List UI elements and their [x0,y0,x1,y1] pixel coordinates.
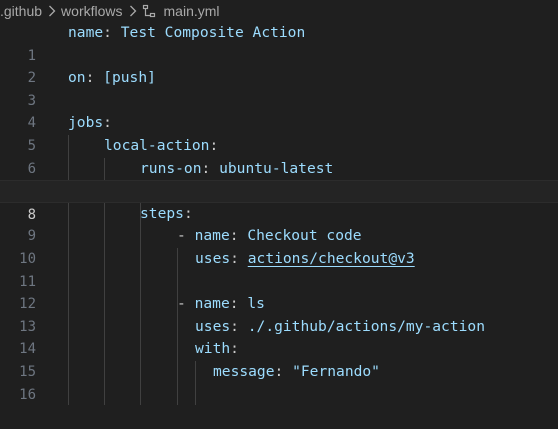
code-text[interactable]: uses: ./.github/actions/my-action [195,316,485,339]
yaml-key: message [213,363,275,380]
yaml-colon: : [85,69,95,87]
yaml-colon: : [229,227,239,245]
code-text[interactable]: local-action: [104,135,218,158]
code-line[interactable]: 10 - name: Checkout code [0,225,558,267]
code-line[interactable]: 1 name: Test Composite Action [0,22,558,64]
yaml-key: uses [195,250,231,267]
code-line[interactable]: 15 with: [0,338,558,380]
code-line[interactable]: 9 steps: [0,203,558,245]
yaml-colon: : [103,24,112,41]
code-line[interactable]: 11 uses: actions/checkout@v3 [0,248,558,290]
yaml-value: ubuntu-latest [219,159,334,177]
line-number: 16 [19,386,36,403]
yaml-key: on [68,69,86,87]
yaml-dash: - [177,227,186,245]
breadcrumb-workflows[interactable]: workflows [61,3,122,19]
code-text[interactable]: steps: [140,203,193,226]
yaml-value: "Fernando" [292,363,380,380]
yaml-dash: - [177,295,186,313]
yaml-colon: : [230,340,239,358]
code-text[interactable]: runs-on: ubuntu-latest [140,158,333,181]
breadcrumb-main-yml[interactable]: main.yml [164,3,220,19]
code-editor[interactable]: 1 name: Test Composite Action 2 3 on: [p… [0,22,558,429]
yaml-colon: : [103,114,112,132]
code-text[interactable]: with: [195,338,239,361]
breadcrumb-github[interactable]: .github [0,3,42,19]
yaml-colon: : [209,137,219,154]
code-text[interactable]: jobs: [68,112,112,135]
yaml-colon: : [230,317,239,335]
yaml-colon: : [229,295,239,313]
chevron-right-icon [129,5,137,17]
yaml-key: jobs [68,114,104,132]
code-line[interactable]: 4 [0,90,558,131]
action-link[interactable]: actions/checkout@v3 [248,250,415,267]
yaml-value: ./.github/actions/my-action [247,317,485,335]
yaml-key: with [195,340,231,358]
code-text[interactable]: name: Test Composite Action [68,22,305,45]
yaml-value: Test Composite Action [120,24,306,41]
code-line-current[interactable]: 8 [0,180,558,223]
code-line[interactable]: 6 local-action: [0,135,558,177]
yaml-value: [push] [103,69,156,87]
code-text[interactable]: message: "Fernando" [213,361,380,384]
code-line[interactable]: 7 runs-on: ubuntu-latest [0,158,558,200]
yaml-colon: : [274,363,284,380]
yaml-key: name [68,24,104,41]
yaml-key: name [194,295,230,313]
code-text[interactable]: uses: actions/checkout@v3 [195,248,415,271]
yaml-colon: : [201,159,211,177]
chevron-right-icon [48,5,56,17]
yaml-key: name [194,227,230,245]
code-line[interactable]: 5 jobs: [0,112,558,154]
yaml-key: runs-on [140,159,202,177]
code-line[interactable]: 3 on: [push] [0,67,558,109]
yaml-value: ls [247,295,265,313]
yaml-colon: : [230,250,239,267]
yaml-value: Checkout code [247,227,362,245]
breadcrumb: .github workflows main.yml [0,0,558,22]
code-text[interactable]: - name: ls [177,293,265,316]
yaml-key: uses [195,317,231,335]
yaml-file-icon [142,4,156,18]
code-line[interactable]: 12 [0,271,558,312]
code-text[interactable]: - name: Checkout code [177,225,362,248]
yaml-colon: : [183,204,193,222]
code-text[interactable]: on: [push] [68,67,156,90]
code-line[interactable]: 13 - name: ls [0,293,558,335]
yaml-key: local-action [104,137,210,154]
code-line[interactable]: 2 [0,45,558,86]
yaml-key: steps [140,204,184,222]
code-line[interactable]: 16 message: "Fernando" [0,361,558,403]
code-line[interactable]: 14 uses: ./.github/actions/my-action [0,316,558,358]
